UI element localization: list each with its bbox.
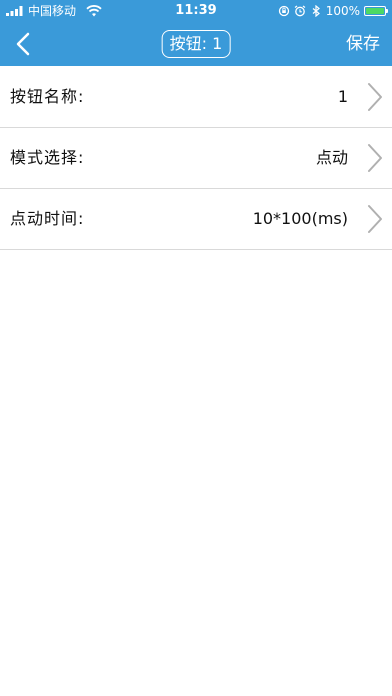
row-button-name[interactable]: 按钮名称: 1 — [0, 67, 392, 128]
settings-list: 按钮名称: 1 模式选择: 点动 点动时间: 10*100(ms) — [0, 67, 392, 250]
row-value: 点动 — [315, 148, 348, 167]
bluetooth-icon — [312, 5, 320, 17]
row-jog-time[interactable]: 点动时间: 10*100(ms) — [0, 189, 392, 250]
chevron-left-icon — [16, 32, 30, 56]
chevron-right-icon — [368, 205, 382, 233]
page-title: 按钮: 1 — [161, 30, 231, 58]
header: 中国移动 11:39 100% 按钮: 1 保存 — [0, 0, 392, 66]
battery-percent: 100% — [325, 4, 360, 18]
status-bar: 中国移动 11:39 100% — [0, 0, 392, 22]
row-label: 模式选择: — [10, 148, 85, 167]
alarm-icon — [294, 5, 306, 17]
row-mode-select[interactable]: 模式选择: 点动 — [0, 128, 392, 189]
row-value: 10*100(ms) — [252, 209, 348, 228]
chevron-right-icon — [368, 83, 382, 111]
row-value: 1 — [337, 87, 348, 106]
screen: 中国移动 11:39 100% 按钮: 1 保存 按钮名称: 1 模式选择: 点… — [0, 0, 392, 696]
battery-fill — [366, 8, 384, 14]
chevron-right-icon — [368, 144, 382, 172]
status-right: 100% — [278, 0, 388, 22]
save-button[interactable]: 保存 — [346, 22, 380, 66]
row-label: 按钮名称: — [10, 87, 85, 106]
row-label: 点动时间: — [10, 209, 85, 228]
back-button[interactable] — [8, 28, 40, 60]
nav-bar: 按钮: 1 保存 — [0, 22, 392, 66]
rotation-lock-icon — [278, 5, 289, 17]
battery-icon — [364, 6, 388, 16]
